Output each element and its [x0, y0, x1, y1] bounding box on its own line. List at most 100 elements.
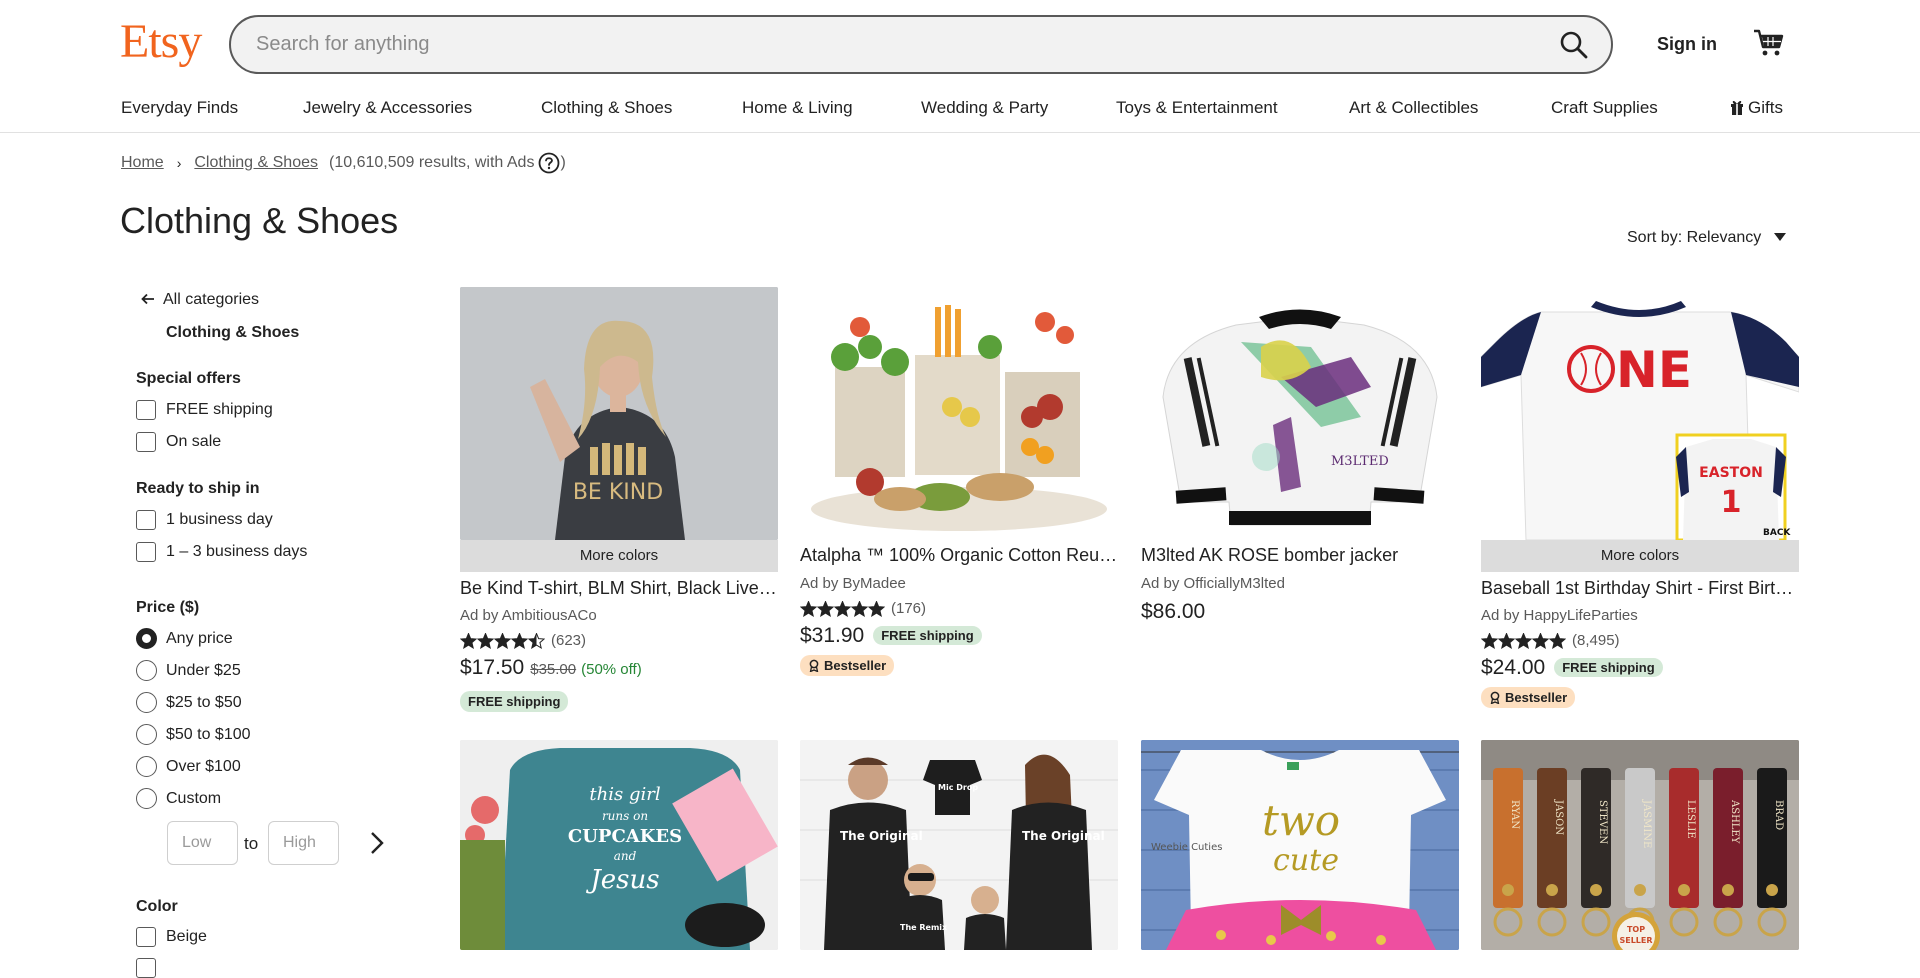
breadcrumb-home[interactable]: Home — [121, 154, 164, 172]
listing-image-family-shirts[interactable]: The Original Mic Drop The Remix The Orig… — [800, 740, 1118, 950]
checkbox-1-business-day[interactable] — [136, 510, 156, 530]
listing-ad-shop[interactable]: Ad by AmbitiousACo — [460, 607, 597, 624]
cupcakes-text-4: and — [614, 849, 637, 863]
price-high-input[interactable] — [268, 821, 339, 865]
nav-toys-entertainment[interactable]: Toys & Entertainment — [1116, 98, 1278, 118]
price-heading: Price ($) — [136, 599, 200, 616]
keychain-name: JASON — [1553, 799, 1564, 835]
bestseller-label: Bestseller — [1505, 690, 1568, 705]
radio-50-to-100[interactable] — [136, 724, 157, 745]
listing-image-bomber-jacket[interactable]: M3LTED — [1141, 287, 1459, 540]
listing-image-baseball-shirt[interactable]: NE EASTON 1 BACK — [1481, 287, 1799, 540]
more-colors-label[interactable]: More colors — [460, 540, 778, 572]
star-icon — [1549, 632, 1566, 649]
star-icon — [1498, 632, 1515, 649]
bestseller-badge: Bestseller — [800, 655, 895, 676]
nav-clothing-shoes[interactable]: Clothing & Shoes — [541, 98, 672, 118]
search-icon[interactable] — [1559, 30, 1589, 60]
cupcakes-text-1: this girl — [589, 784, 660, 805]
listing-title[interactable]: Atalpha ™ 100% Organic Cotton Reusable P… — [800, 545, 1118, 566]
star-icon — [1532, 632, 1549, 649]
listing-image-produce-bags[interactable] — [800, 287, 1118, 540]
listing-image-cupcakes-shirt[interactable]: this girl runs on CUPCAKES and Jesus — [460, 740, 778, 950]
radio-any-price[interactable] — [136, 628, 157, 649]
nav-jewelry-accessories[interactable]: Jewelry & Accessories — [303, 98, 472, 118]
nav-home-living[interactable]: Home & Living — [742, 98, 853, 118]
radio-over-100[interactable] — [136, 756, 157, 777]
chevron-right-icon[interactable] — [370, 831, 384, 855]
option-50-to-100[interactable]: $50 to $100 — [166, 726, 251, 744]
star-icon — [834, 600, 851, 617]
more-colors-label[interactable]: More colors — [1481, 540, 1799, 572]
etsy-logo[interactable]: Etsy — [120, 14, 202, 69]
easton-number: 1 — [1721, 485, 1742, 520]
help-icon[interactable] — [538, 152, 560, 174]
listing-ad-shop[interactable]: Ad by HappyLifeParties — [1481, 607, 1638, 624]
option-under-25[interactable]: Under $25 — [166, 662, 241, 680]
all-categories-link[interactable]: All categories — [163, 291, 259, 309]
star-icon — [851, 600, 868, 617]
option-custom[interactable]: Custom — [166, 790, 221, 808]
option-1-business-day[interactable]: 1 business day — [166, 511, 273, 529]
listing-title[interactable]: Be Kind T-shirt, BLM Shirt, Black Lives … — [460, 578, 778, 599]
current-category: Clothing & Shoes — [166, 324, 300, 341]
gift-icon — [1731, 100, 1743, 115]
star-icon — [817, 600, 834, 617]
star-icon — [477, 632, 494, 649]
option-on-sale[interactable]: On sale — [166, 433, 221, 451]
caret-down-icon — [1773, 233, 1786, 241]
star-icon — [460, 632, 477, 649]
listing-title[interactable]: M3lted AK ROSE bomber jacker — [1141, 545, 1459, 566]
checkbox-free-shipping[interactable] — [136, 400, 156, 420]
option-any-price[interactable]: Any price — [166, 630, 233, 648]
radio-25-to-50[interactable] — [136, 692, 157, 713]
listing-image-two-cute-shirt[interactable]: two cute Weebie Cuties — [1141, 740, 1459, 950]
search-input[interactable] — [254, 32, 1559, 57]
listing-price: $31.90 — [800, 624, 865, 647]
listing-image-be-kind[interactable]: BE KIND — [460, 287, 778, 540]
checkbox-1-3-business-days[interactable] — [136, 542, 156, 562]
checkbox-on-sale[interactable] — [136, 432, 156, 452]
top-seller-text-2: SELLER — [1619, 936, 1652, 945]
option-25-to-50[interactable]: $25 to $50 — [166, 694, 242, 712]
listing-price: $24.00 — [1481, 656, 1546, 679]
checkbox-beige[interactable] — [136, 927, 156, 947]
listing-ad-shop[interactable]: Ad by ByMadee — [800, 575, 906, 592]
option-1-3-business-days[interactable]: 1 – 3 business days — [166, 543, 307, 561]
listing-discount: (50% off) — [581, 661, 642, 678]
star-icon — [511, 632, 528, 649]
search-bar[interactable] — [229, 15, 1613, 74]
listing-image-leather-keychains[interactable]: RYAN JASON STEVEN JASMINE LESLIE ASHLEY BRAD T… — [1481, 740, 1799, 950]
sign-in-link[interactable]: Sign in — [1657, 34, 1717, 55]
listing-title[interactable]: Baseball 1st Birthday Shirt - First Birt… — [1481, 578, 1799, 599]
nav-craft-supplies[interactable]: Craft Supplies — [1551, 98, 1658, 118]
listing-price-row: $17.50 $35.00 (50% off) — [460, 656, 642, 680]
review-count: (623) — [551, 632, 587, 649]
review-count: (8,495) — [1572, 632, 1620, 649]
nav-art-collectibles[interactable]: Art & Collectibles — [1349, 98, 1478, 118]
cupcakes-text-2: runs on — [602, 809, 648, 823]
listing-ad-shop[interactable]: Ad by OfficiallyM3lted — [1141, 575, 1285, 592]
original-text-3: The Remix — [900, 923, 948, 932]
radio-custom[interactable] — [136, 788, 157, 809]
nav-gifts[interactable]: Gifts — [1730, 98, 1783, 118]
radio-under-25[interactable] — [136, 660, 157, 681]
sort-dropdown[interactable]: Sort by: Relevancy — [1627, 229, 1786, 247]
breadcrumb-clothing[interactable]: Clothing & Shoes — [194, 154, 318, 172]
checkbox-next-color[interactable] — [136, 958, 156, 978]
cart-icon[interactable] — [1752, 28, 1786, 58]
original-text-1: The Original — [840, 829, 923, 843]
bestseller-badge: Bestseller — [1481, 687, 1576, 708]
option-over-100[interactable]: Over $100 — [166, 758, 241, 776]
nav-wedding-party[interactable]: Wedding & Party — [921, 98, 1048, 118]
option-free-shipping[interactable]: FREE shipping — [166, 401, 273, 419]
nav-everyday-finds[interactable]: Everyday Finds — [121, 98, 238, 118]
price-low-input[interactable] — [167, 821, 238, 865]
weebie-text: Weebie Cuties — [1151, 842, 1222, 853]
option-beige[interactable]: Beige — [166, 928, 207, 946]
keychain-name: STEVEN — [1597, 800, 1608, 844]
award-icon — [809, 659, 819, 672]
free-shipping-badge: FREE shipping — [460, 691, 569, 712]
keychain-name: LESLIE — [1685, 800, 1696, 839]
arrow-left-icon[interactable] — [141, 293, 155, 305]
